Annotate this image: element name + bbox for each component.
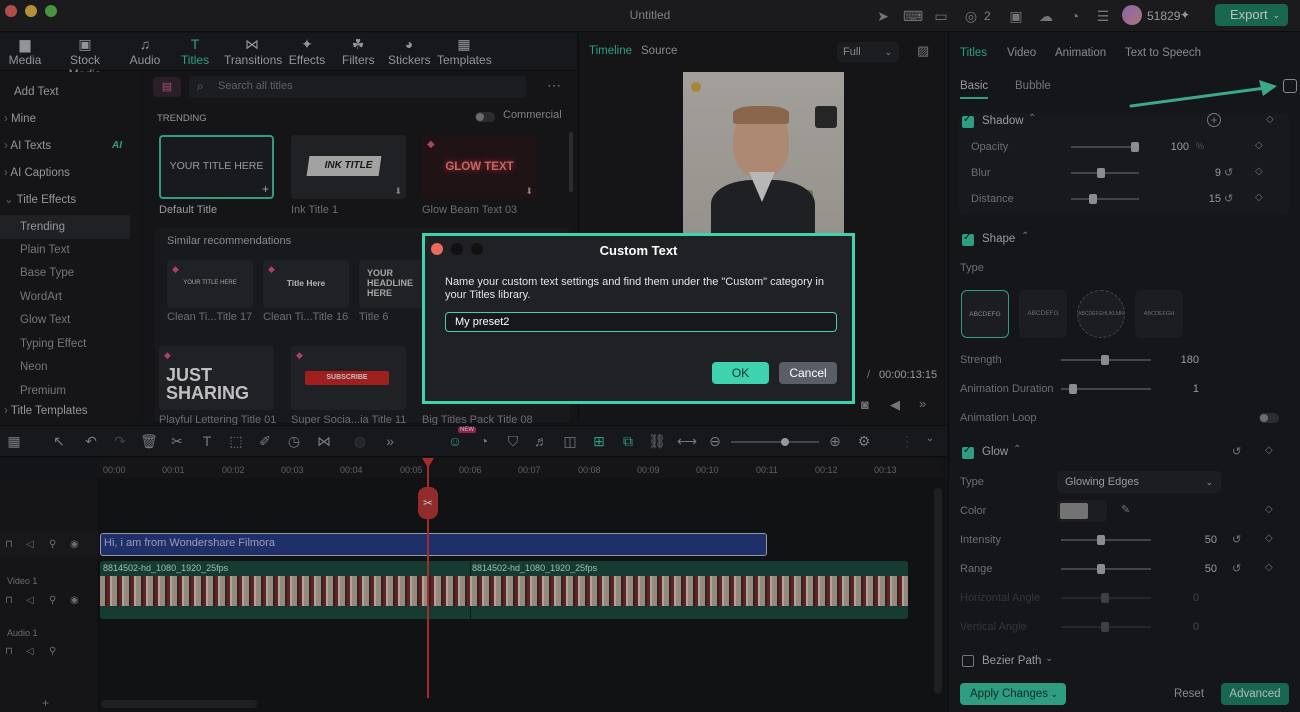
ok-button[interactable]: OK (712, 362, 769, 384)
custom-text-dialog: Custom Text Name your custom text settin… (422, 233, 855, 404)
dialog-description: Name your custom text settings and find … (445, 276, 824, 301)
preset-name-input[interactable]: My preset2 (445, 312, 837, 332)
dialog-title: Custom Text (599, 243, 678, 258)
cancel-button[interactable]: Cancel (779, 362, 837, 384)
preset-name-value: My preset2 (455, 316, 510, 328)
